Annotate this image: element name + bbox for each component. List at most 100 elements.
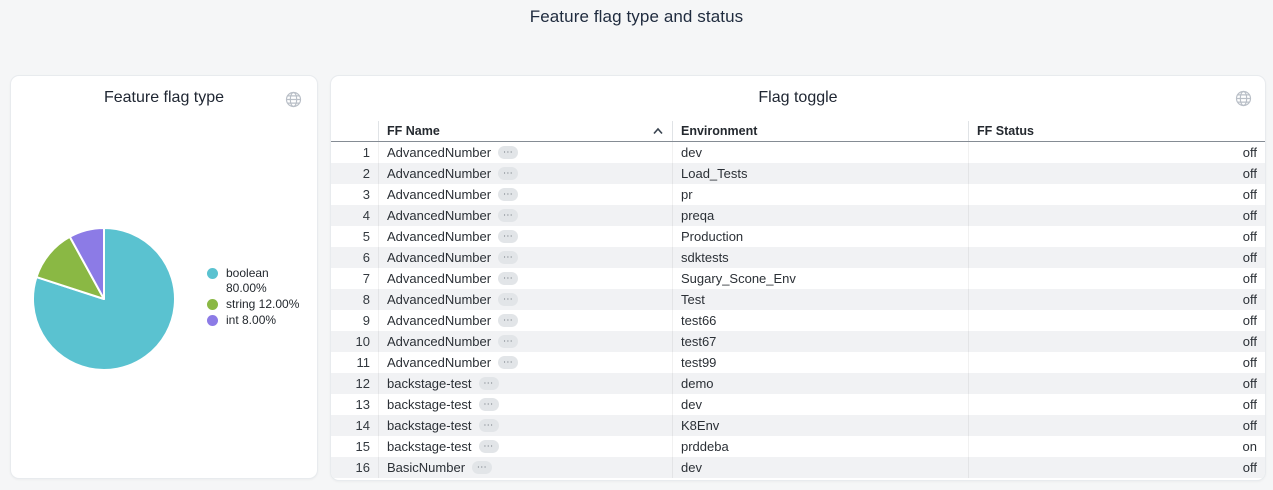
table-row: 4AdvancedNumber⋯preqaoff (331, 205, 1265, 226)
row-number-cell: 10 (331, 331, 379, 352)
flag-table: FF Name Environment FF Status 1 AdvancedN… (331, 121, 1265, 478)
environment-cell: dev (673, 142, 969, 163)
legend-swatch (207, 299, 218, 310)
row-number-cell: 1 (331, 142, 379, 163)
table-panel-title[interactable]: Flag toggle (331, 76, 1265, 108)
environment-cell: dev (673, 457, 969, 478)
ff-name-text: AdvancedNumber (387, 355, 491, 370)
row-actions-ellipsis[interactable]: ⋯ (472, 461, 492, 474)
ff-name-text: AdvancedNumber (387, 166, 491, 181)
ff-name-cell: AdvancedNumber ⋯ (379, 163, 673, 184)
row-actions-ellipsis[interactable]: ⋯ (498, 335, 518, 348)
ff-status-cell: off (969, 226, 1265, 247)
row-number-cell: 15 (331, 436, 379, 457)
ff-name-cell: backstage-test ⋯ (379, 415, 673, 436)
row-actions-ellipsis[interactable]: ⋯ (498, 356, 518, 369)
legend-item-boolean[interactable]: boolean80.00% (207, 266, 311, 296)
ff-name-cell: AdvancedNumber⋯ (379, 142, 673, 163)
environment-cell: K8Env (673, 415, 969, 436)
row-actions-ellipsis[interactable]: ⋯ (479, 377, 499, 390)
column-header-ff-status[interactable]: FF Status (969, 121, 1265, 141)
ff-name-text: backstage-test (387, 439, 472, 454)
table-row: 2AdvancedNumber⋯Load_Testsoff (331, 163, 1265, 184)
environment-cell: pr (673, 184, 969, 205)
table-body: 1AdvancedNumber⋯devoff2AdvancedNumber⋯Lo… (331, 142, 1265, 478)
row-actions-ellipsis[interactable]: ⋯ (498, 293, 518, 306)
ff-name-cell: AdvancedNumber⋯ (379, 268, 673, 289)
row-actions-ellipsis[interactable]: ⋯ (479, 440, 499, 453)
ff-status-cell: on (969, 436, 1265, 457)
column-label: Environment (681, 124, 757, 138)
ff-name-cell: backstage-test ⋯ (379, 436, 673, 457)
row-actions-ellipsis[interactable]: ⋯ (498, 209, 518, 222)
table-row: 3AdvancedNumber⋯proff (331, 184, 1265, 205)
ff-name-text: AdvancedNumber (387, 250, 491, 265)
environment-cell: test99 (673, 352, 969, 373)
ff-status-cell: off (969, 415, 1265, 436)
environment-cell: Sugary_Scone_Env (673, 268, 969, 289)
ff-name-text: AdvancedNumber (387, 229, 491, 244)
table-row: 14backstage-test⋯K8Envoff (331, 415, 1265, 436)
ff-name-cell: AdvancedNumber ⋯ (379, 247, 673, 268)
ff-name-cell: AdvancedNumber ⋯ (379, 352, 673, 373)
environment-cell: demo (673, 373, 969, 394)
row-number-cell: 16 (331, 457, 379, 478)
ff-name-text: AdvancedNumber (387, 313, 491, 328)
ff-status-cell: off (969, 163, 1265, 184)
ff-status-cell: off (969, 331, 1265, 352)
table-row: 12backstage-test⋯demooff (331, 373, 1265, 394)
legend-label: boolean80.00% (226, 266, 269, 296)
pie-chart (29, 224, 179, 374)
row-actions-ellipsis[interactable]: ⋯ (479, 398, 499, 411)
panel-feature-flag-type: Feature flag type boolean80.00%string 12… (10, 75, 318, 479)
pie-legend: boolean80.00%string 12.00%int 8.00% (207, 266, 311, 329)
row-number-cell: 9 (331, 310, 379, 331)
dashboard-title: Feature flag type and status (0, 7, 1273, 27)
ff-name-cell: BasicNumber ⋯ (379, 457, 673, 478)
ff-status-cell: off (969, 352, 1265, 373)
column-header-ff-name[interactable]: FF Name (379, 121, 673, 141)
table-row: 13backstage-test⋯devoff (331, 394, 1265, 415)
column-label: FF Name (387, 124, 440, 138)
row-actions-ellipsis[interactable]: ⋯ (498, 167, 518, 180)
row-actions-ellipsis[interactable]: ⋯ (479, 419, 499, 432)
row-actions-ellipsis[interactable]: ⋯ (498, 188, 518, 201)
environment-cell: sdktests (673, 247, 969, 268)
legend-item-string[interactable]: string 12.00% (207, 297, 311, 312)
ff-name-text: backstage-test (387, 418, 472, 433)
legend-label: int 8.00% (226, 313, 276, 328)
row-actions-ellipsis[interactable]: ⋯ (498, 230, 518, 243)
table-row: 10AdvancedNumber⋯test67off (331, 331, 1265, 352)
legend-item-int[interactable]: int 8.00% (207, 313, 311, 328)
pie-panel-title[interactable]: Feature flag type (11, 76, 317, 108)
globe-icon (1235, 90, 1252, 107)
globe-icon (285, 91, 302, 108)
table-row: 11AdvancedNumber⋯test99off (331, 352, 1265, 373)
ff-name-text: AdvancedNumber (387, 292, 491, 307)
row-number-cell: 2 (331, 163, 379, 184)
ff-status-cell: off (969, 142, 1265, 163)
environment-cell: preqa (673, 205, 969, 226)
legend-label: string 12.00% (226, 297, 299, 312)
ff-name-text: BasicNumber (387, 460, 465, 475)
row-actions-ellipsis[interactable]: ⋯ (498, 251, 518, 264)
table-row: 8AdvancedNumber⋯Testoff (331, 289, 1265, 310)
row-number-cell: 5 (331, 226, 379, 247)
environment-cell: Test (673, 289, 969, 310)
row-number-cell: 4 (331, 205, 379, 226)
ff-status-cell: off (969, 394, 1265, 415)
row-number-cell: 3 (331, 184, 379, 205)
ff-name-cell: AdvancedNumber⋯ (379, 331, 673, 352)
sort-asc-icon (652, 126, 664, 136)
ff-status-cell: off (969, 184, 1265, 205)
row-number-cell: 6 (331, 247, 379, 268)
column-header-environment[interactable]: Environment (673, 121, 969, 141)
pie-chart-area (29, 224, 179, 374)
row-actions-ellipsis[interactable]: ⋯ (498, 272, 518, 285)
row-actions-ellipsis[interactable]: ⋯ (498, 146, 518, 159)
ff-status-cell: off (969, 247, 1265, 268)
ff-name-text: backstage-test (387, 376, 472, 391)
ff-status-cell: off (969, 373, 1265, 394)
table-row: 6 AdvancedNumber ⋯ sdktestsoff (331, 247, 1265, 268)
row-actions-ellipsis[interactable]: ⋯ (498, 314, 518, 327)
